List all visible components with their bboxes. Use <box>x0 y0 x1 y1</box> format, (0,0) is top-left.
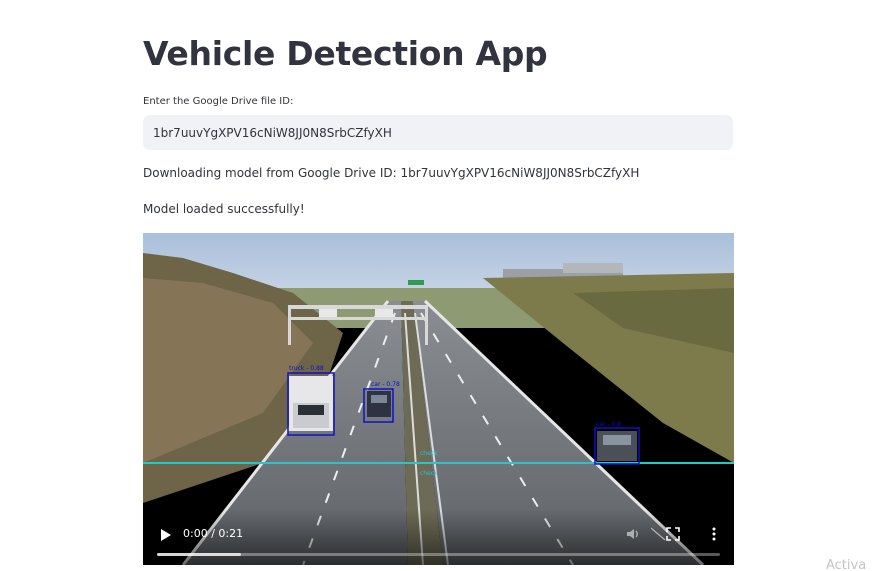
video-time: 0:00 / 0:21 <box>183 527 244 540</box>
page-title: Vehicle Detection App <box>143 34 548 73</box>
detection-label-car: car - 0.78 <box>371 381 400 388</box>
download-message: Downloading model from Google Drive ID: … <box>143 166 640 180</box>
count-line-label: check <box>420 450 438 457</box>
video-progress-bar[interactable] <box>157 553 720 556</box>
video-progress-fill <box>157 553 242 556</box>
volume-icon[interactable] <box>625 526 641 542</box>
file-id-label: Enter the Google Drive file ID: <box>143 96 294 107</box>
activate-watermark: Activa <box>826 558 867 571</box>
video-controls: 0:00 / 0:21 <box>143 509 734 565</box>
play-icon[interactable] <box>157 527 173 543</box>
loaded-message: Model loaded successfully! <box>143 202 305 216</box>
count-line-label: check <box>420 470 438 477</box>
fullscreen-icon[interactable] <box>665 526 681 542</box>
file-id-input[interactable] <box>143 115 733 150</box>
detection-label-car: car - 0.8 <box>596 421 621 428</box>
app-page: Vehicle Detection App Enter the Google D… <box>0 0 875 571</box>
more-options-icon[interactable] <box>706 526 722 542</box>
detection-label-truck: truck - 0.88 <box>289 365 324 372</box>
count-line <box>143 462 734 464</box>
video-player[interactable]: check check truck - 0.88 car - 0.78 car … <box>143 233 734 565</box>
